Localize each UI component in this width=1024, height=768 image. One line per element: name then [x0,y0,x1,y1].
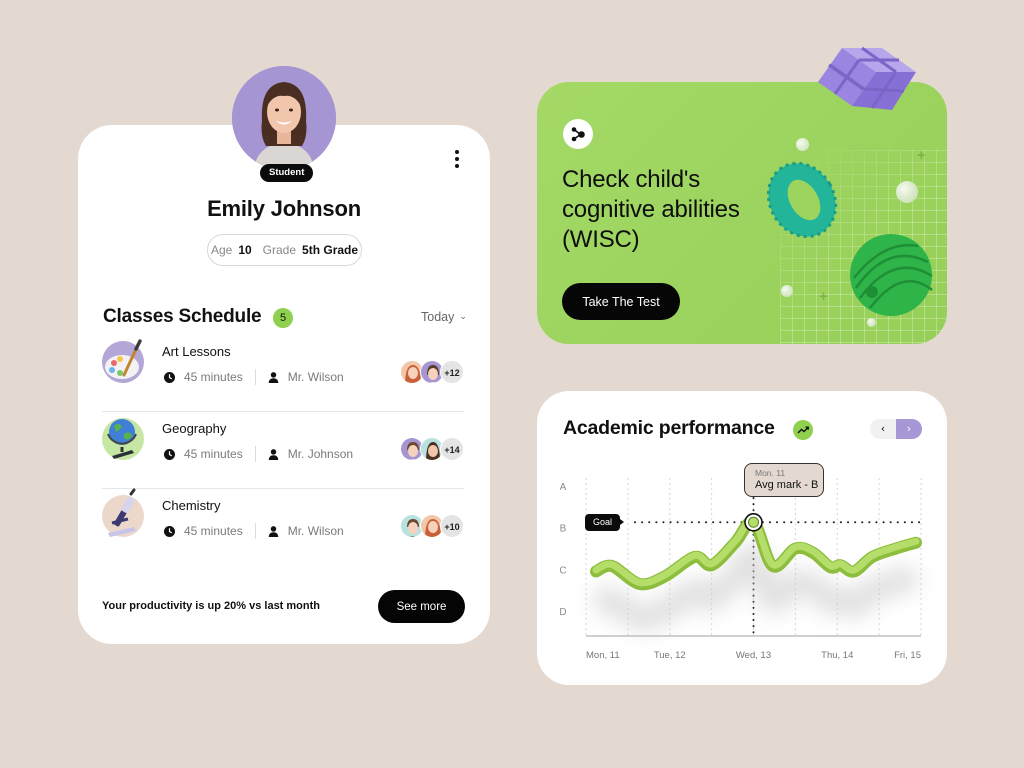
class-teacher: Mr. Wilson [287,524,344,538]
class-meta: 45 minutes Mr. Johnson [164,446,353,462]
previous-period-button[interactable]: ‹ [870,419,896,439]
age-value: 10 [238,243,252,257]
promo-title-line: (WISC) [562,226,640,253]
student-avatar [232,66,336,170]
user-icon [268,525,278,537]
plus-decoration: + [819,288,828,305]
more-students-count: +14 [440,437,464,461]
productivity-message: Your productivity is up 20% vs last mont… [102,600,321,612]
y-tick-label: C [559,565,566,576]
y-tick-label: A [560,482,567,493]
see-more-button[interactable]: See more [378,590,465,623]
age-label: Age [210,243,233,257]
y-tick-label: B [560,524,567,535]
student-name: Emily Johnson [207,196,361,221]
class-students[interactable]: +14 [400,437,464,461]
chart-tooltip: Mon. 11 Avg mark - B [744,463,824,497]
class-name: Geography [162,421,227,436]
plus-decoration: + [917,147,926,164]
class-teacher: Mr. Wilson [287,370,344,384]
user-icon [268,448,278,460]
class-name: Art Lessons [162,344,231,359]
classes-count-badge: 5 [273,308,293,328]
class-item-chemistry[interactable]: Chemistry 45 minutes Mr. Wilson +10 [102,488,464,566]
x-tick-label: Wed, 13 [736,650,771,661]
class-name: Chemistry [162,498,221,513]
class-students[interactable]: +12 [400,360,464,384]
take-the-test-button[interactable]: Take The Test [562,283,680,320]
x-tick-label: Fri, 15 [894,650,921,661]
green-sphere-decoration [850,234,933,316]
palette-icon [102,339,144,383]
more-students-count: +12 [440,360,464,384]
globe-icon [102,418,144,460]
small-ball-decoration [867,318,876,327]
academic-performance-chart: A B C D Mon, 11 Tue, 12 Wed, 13 Thu, 14 Fri, 15 [559,478,922,661]
small-ball-decoration [896,181,918,203]
grade-label: Grade [262,243,297,257]
trending-up-icon [793,420,813,440]
meta-divider [254,369,256,385]
user-icon [268,371,278,383]
class-meta: 45 minutes Mr. Wilson [164,369,344,385]
small-ball-decoration [796,138,809,151]
more-options-icon[interactable] [452,150,462,168]
academic-performance-title: Academic performance [563,417,775,439]
clock-icon [164,448,175,460]
student-info-pill: Age 10 Grade 5th Grade [207,234,362,266]
x-tick-label: Mon, 11 [586,650,620,661]
x-tick-label: Thu, 14 [821,650,853,661]
purple-cube-decoration [818,46,916,110]
goal-label: Goal [585,514,625,531]
class-duration: 45 minutes [184,524,243,538]
grade-value: 5th Grade [302,243,359,257]
meta-divider [254,523,256,539]
class-duration: 45 minutes [184,447,243,461]
share-icon [571,127,585,142]
period-pager: ‹ › [870,419,922,439]
x-tick-label: Tue, 12 [654,650,686,661]
small-ball-decoration [781,285,793,297]
clock-icon [164,371,175,383]
student-role-badge: Student [260,164,314,182]
tooltip-date: Mon. 11 [755,468,786,478]
date-filter-value: Today [421,310,455,324]
promo-title-line: cognitive abilities [562,196,740,223]
class-duration: 45 minutes [184,370,243,384]
promo-title: Check child's cognitive abilities (WISC) [562,165,782,255]
class-item-geography[interactable]: Geography 45 minutes Mr. Johnson +14 [102,412,464,489]
next-period-button[interactable]: › [896,419,922,439]
highlight-point [748,516,759,528]
share-button[interactable] [563,119,593,149]
chevron-down-icon: ⌄ [459,310,467,321]
tooltip-value: Avg mark - B [755,479,819,491]
class-meta: 45 minutes Mr. Wilson [164,523,344,539]
class-item-art[interactable]: Art Lessons 45 minutes Mr. Wilson +12 [102,335,464,412]
teal-torus-decoration [766,161,838,239]
student-photo [232,66,336,170]
more-students-count: +10 [440,514,464,538]
class-teacher: Mr. Johnson [287,447,354,461]
meta-divider [254,446,256,462]
clock-icon [164,525,175,537]
y-tick-label: D [559,607,566,618]
class-students[interactable]: +10 [400,514,464,538]
promo-title-line: Check child's [562,166,701,193]
date-filter-dropdown[interactable]: Today ⌄ [421,310,467,324]
classes-schedule-title: Classes Schedule [103,306,262,327]
microscope-icon [102,488,144,537]
